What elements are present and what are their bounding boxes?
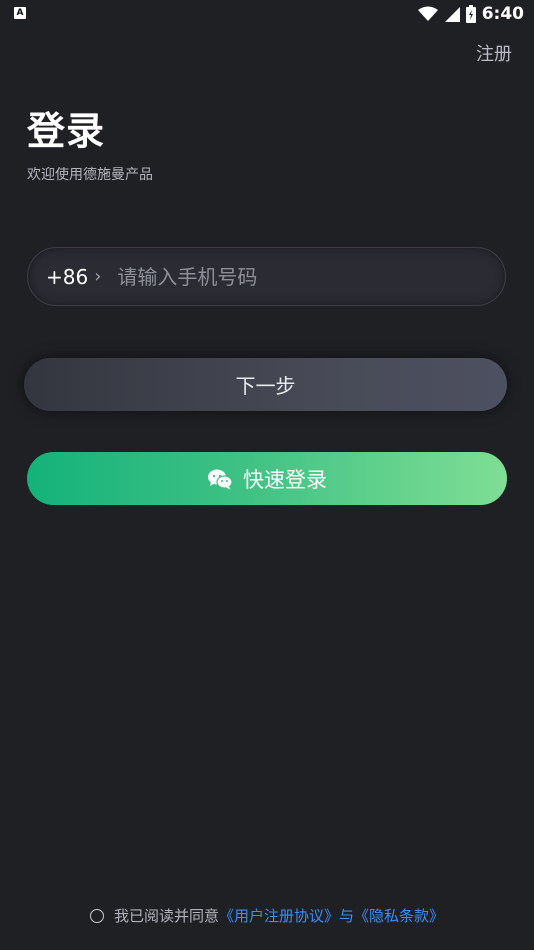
next-step-button[interactable]: 下一步 — [24, 358, 507, 411]
register-link[interactable]: 注册 — [476, 40, 512, 66]
battery-icon — [465, 5, 476, 23]
page-subtitle: 欢迎使用德施曼产品 — [27, 167, 153, 183]
agree-checkbox[interactable] — [89, 908, 104, 923]
status-icons: 6:40 — [417, 3, 524, 25]
notification-icon: A — [14, 7, 26, 19]
wechat-icon — [208, 469, 233, 489]
country-code-selector[interactable]: +86 — [46, 265, 88, 289]
phone-input[interactable] — [115, 263, 420, 290]
quick-login-label: 快速登录 — [243, 467, 327, 492]
next-step-label: 下一步 — [235, 374, 296, 398]
user-agreement-link[interactable]: 《用户注册协议》 — [219, 905, 339, 926]
wechat-quick-login-button[interactable]: 快速登录 — [27, 452, 507, 505]
agree-text: 我已阅读并同意 — [113, 907, 219, 925]
signal-icon — [444, 7, 460, 22]
clock: 6:40 — [481, 4, 524, 24]
chevron-right-icon[interactable]: › — [94, 266, 101, 287]
agreement-row: 我已阅读并同意 《用户注册协议》 与 《隐私条款》 — [0, 905, 534, 926]
page-title: 登录 — [27, 109, 106, 153]
wifi-icon — [417, 6, 438, 21]
status-bar: A 6:40 — [0, 0, 534, 28]
and-text: 与 — [339, 907, 355, 925]
phone-field: +86 › — [27, 247, 506, 306]
privacy-link[interactable]: 《隐私条款》 — [354, 905, 444, 926]
